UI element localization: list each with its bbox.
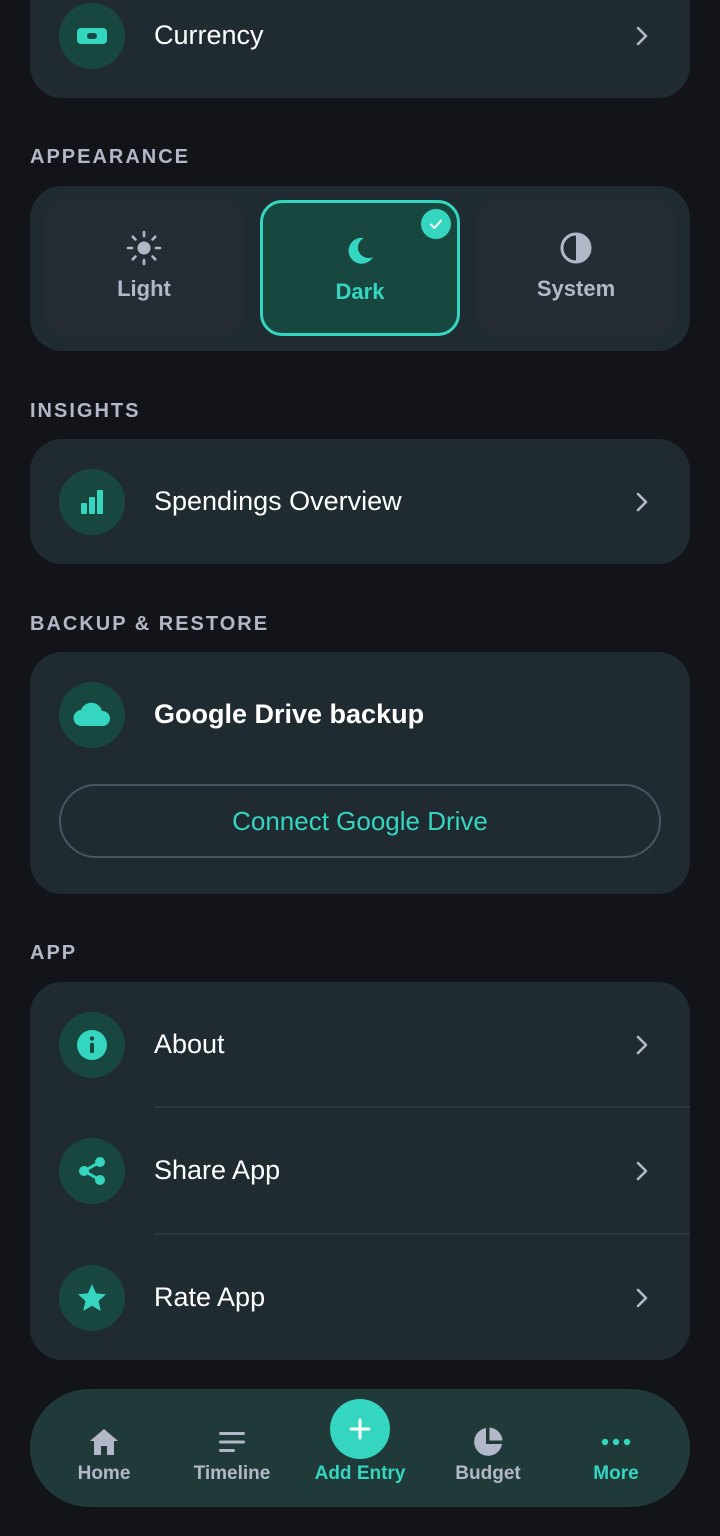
chevron-right-icon: [632, 492, 652, 512]
theme-option-light[interactable]: Light: [44, 200, 244, 336]
chevron-right-icon: [632, 1161, 652, 1181]
rate-app-label: Rate App: [154, 1282, 266, 1312]
plus-icon: [349, 1418, 371, 1440]
backup-section-title: BACKUP & RESTORE: [30, 613, 270, 635]
theme-option-system[interactable]: System: [476, 200, 676, 336]
insights-card: Spendings Overview: [30, 439, 690, 564]
nav-item-timeline[interactable]: Timeline: [168, 1389, 296, 1507]
nav-item-label: Budget: [455, 1463, 521, 1484]
home-icon: [90, 1429, 118, 1455]
connect-google-drive-button[interactable]: Connect Google Drive: [59, 784, 661, 858]
nav-item-label: More: [593, 1463, 639, 1484]
half-circle-icon: [560, 232, 592, 264]
check-icon: [421, 209, 451, 239]
spendings-overview-label: Spendings Overview: [154, 486, 402, 516]
spendings-overview-row[interactable]: Spendings Overview: [30, 439, 690, 565]
share-icon-wrap: [59, 1138, 125, 1204]
nav-item-label: Timeline: [193, 1463, 271, 1484]
cash-icon: [77, 28, 107, 44]
appearance-card: Light Dark System: [30, 186, 690, 351]
share-icon: [79, 1157, 105, 1185]
nav-item-label: Home: [77, 1463, 131, 1484]
settings-page: Currency APPEARANCE Light Dark System IN…: [0, 0, 720, 1536]
theme-option-label: Dark: [335, 279, 385, 304]
backup-card: Google Drive backup Connect Google Drive: [30, 652, 690, 894]
currency-label: Currency: [154, 20, 264, 50]
appearance-section-title: APPEARANCE: [30, 146, 191, 168]
nav-item-home[interactable]: Home: [40, 1389, 168, 1507]
chevron-right-icon: [632, 1288, 652, 1308]
chevron-right-icon: [632, 26, 652, 46]
add-entry-button[interactable]: [330, 1399, 390, 1459]
bar-chart-icon: [81, 490, 103, 514]
rate-icon-wrap: [59, 1265, 125, 1331]
nav-item-budget[interactable]: Budget: [424, 1389, 552, 1507]
currency-row[interactable]: Currency: [30, 0, 690, 98]
insights-section-title: INSIGHTS: [30, 400, 141, 422]
cloud-icon: [73, 702, 111, 727]
pie-chart-icon: [474, 1427, 503, 1456]
theme-option-label: System: [536, 276, 616, 301]
theme-option-dark[interactable]: Dark: [260, 200, 460, 336]
app-section-title: APP: [30, 942, 78, 964]
rate-app-row[interactable]: Rate App: [30, 1235, 690, 1361]
about-icon-wrap: [59, 1012, 125, 1078]
share-app-label: Share App: [154, 1155, 281, 1185]
app-card: About Share App Rate App: [30, 982, 690, 1360]
timeline-icon: [219, 1432, 245, 1452]
info-icon: [77, 1030, 107, 1060]
chevron-right-icon: [632, 1035, 652, 1055]
bottom-navigation: Home Timeline Add Entry Budget More: [30, 1389, 690, 1507]
cloud-icon-wrap: [59, 682, 125, 748]
moon-icon: [348, 237, 373, 264]
nav-item-more[interactable]: More: [552, 1389, 680, 1507]
share-app-row[interactable]: Share App: [30, 1108, 690, 1234]
about-row[interactable]: About: [30, 982, 690, 1108]
more-icon: [601, 1438, 631, 1446]
about-label: About: [154, 1029, 225, 1059]
currency-card: Currency: [30, 0, 690, 98]
theme-option-label: Light: [117, 276, 171, 301]
nav-item-label: Add Entry: [314, 1463, 406, 1484]
star-icon: [78, 1284, 106, 1311]
currency-icon-wrap: [59, 3, 125, 69]
spendings-icon-wrap: [59, 469, 125, 535]
google-drive-backup-label: Google Drive backup: [154, 699, 425, 729]
sun-icon: [126, 230, 162, 266]
